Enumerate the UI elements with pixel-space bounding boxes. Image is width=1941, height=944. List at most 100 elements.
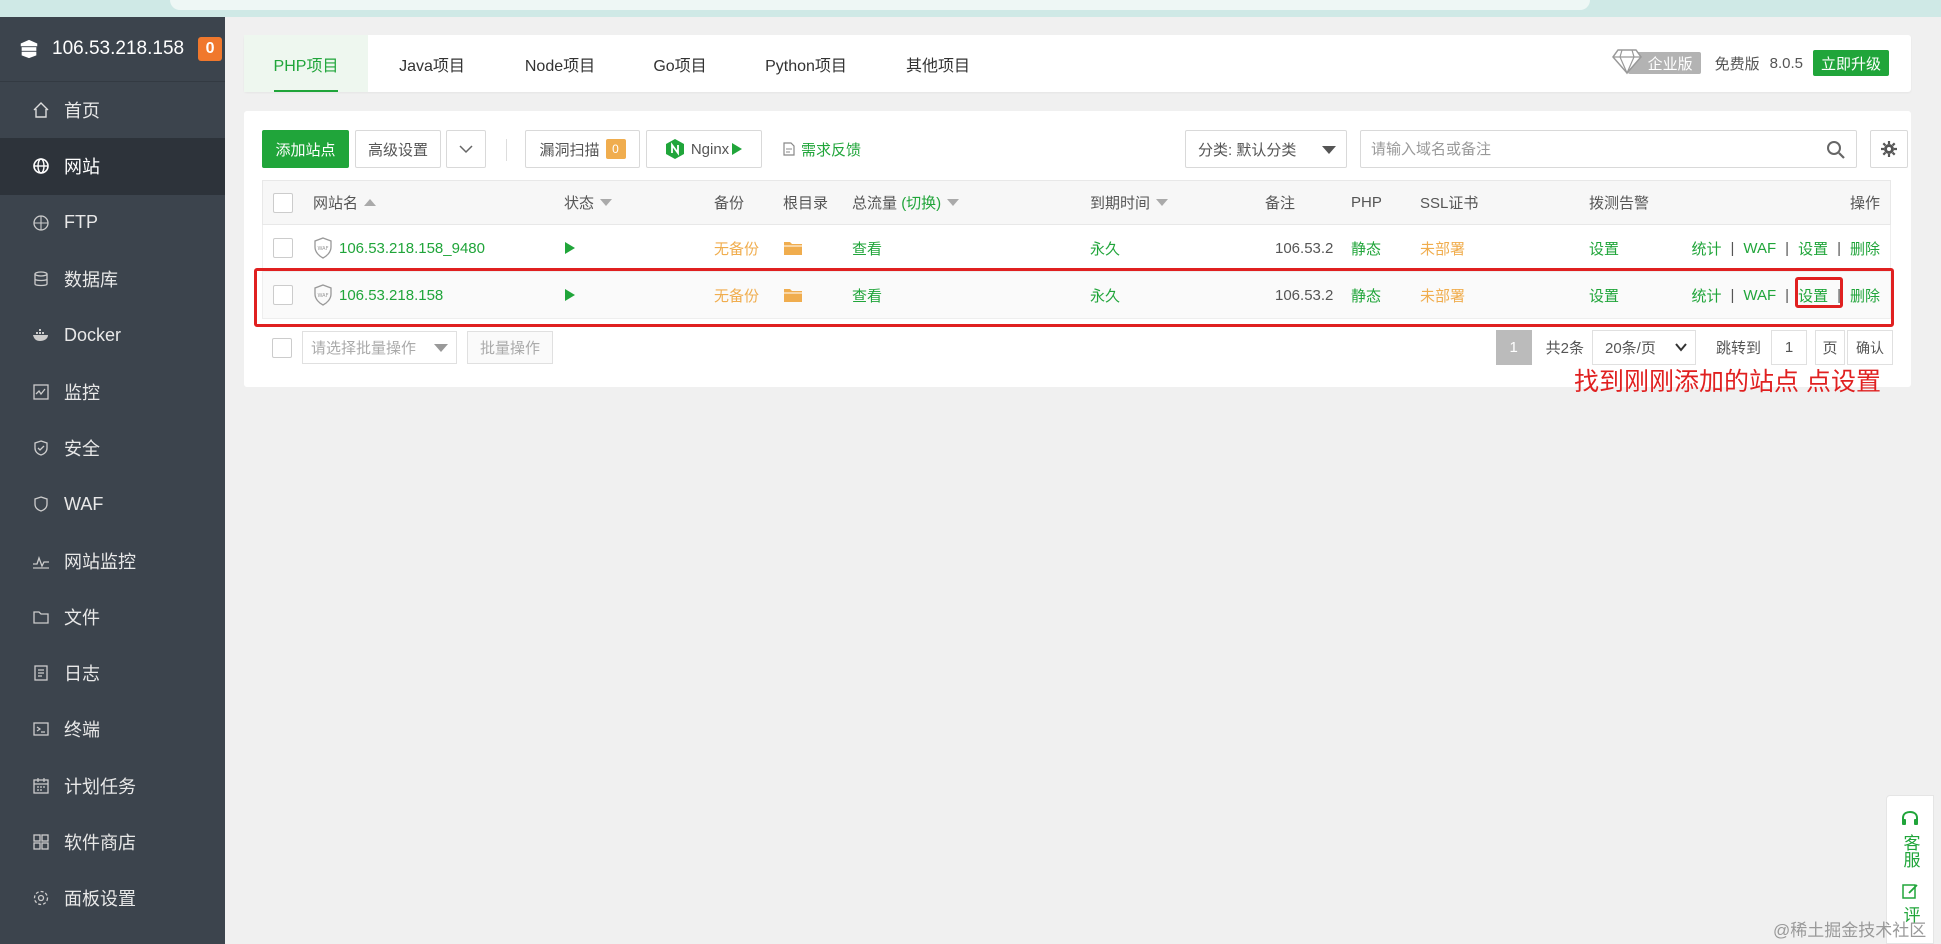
backup-link[interactable]: 无备份 [714,272,759,318]
stats-link[interactable]: 统计 [1691,238,1721,259]
backup-link[interactable]: 无备份 [714,225,759,271]
alert-settings-link[interactable]: 设置 [1589,225,1619,271]
table-settings-button[interactable] [1870,130,1908,168]
waf-link[interactable]: WAF [1743,240,1776,257]
sidebar-item-monitor[interactable]: 监控 [0,363,225,419]
advanced-settings-button[interactable]: 高级设置 [355,130,441,168]
waf-link[interactable]: WAF [1743,287,1776,304]
sidebar-item-website[interactable]: 网站 [0,138,225,195]
settings-link[interactable]: 设置 [1798,238,1828,259]
header-traffic[interactable]: 总流量 (切换) [852,181,960,224]
folder-icon[interactable] [783,240,803,256]
ssl-status-link[interactable]: 未部署 [1420,272,1465,318]
sidebar-item-database[interactable]: 数据库 [0,251,225,307]
nginx-button[interactable]: Nginx [646,130,762,168]
php-version-link[interactable]: 静态 [1351,272,1381,318]
browser-address-bar[interactable] [170,0,1590,10]
traffic-view-link[interactable]: 查看 [852,272,882,318]
search-icon[interactable] [1826,140,1846,160]
expire-link[interactable]: 永久 [1090,225,1120,271]
category-value: 分类: 默认分类 [1198,141,1297,159]
play-icon[interactable] [564,241,576,255]
tab-python[interactable]: Python项目 [736,35,876,92]
tab-java[interactable]: Java项目 [368,35,496,92]
vuln-scan-button[interactable]: 漏洞扫描 0 [525,130,640,168]
jump-confirm-button[interactable]: 确认 [1847,330,1893,365]
batch-select-checkbox[interactable] [272,337,292,358]
alert-settings-link[interactable]: 设置 [1589,272,1619,318]
batch-operation-select[interactable]: 请选择批量操作 [302,331,457,364]
delete-link[interactable]: 删除 [1850,285,1880,306]
sidebar-item-security[interactable]: 安全 [0,420,225,476]
remark-cell[interactable]: 106.53.2 [1275,225,1333,271]
sidebar-item-files[interactable]: 文件 [0,589,225,645]
sort-asc-icon [364,199,377,206]
select-all-checkbox[interactable] [273,192,293,213]
sidebar-item-cron[interactable]: 计划任务 [0,758,225,814]
traffic-toggle-link[interactable]: (切换) [901,192,941,213]
status-cell[interactable] [564,272,576,318]
settings-link[interactable]: 设置 [1798,285,1828,306]
sidebar-item-logs[interactable]: 日志 [0,645,225,701]
notification-badge[interactable]: 0 [198,37,223,61]
remark-cell[interactable]: 106.53.2 [1275,272,1333,318]
add-site-button[interactable]: 添加站点 [262,130,349,168]
site-name-cell[interactable]: WAF 106.53.218.158_9480 [313,225,485,271]
edit-icon [1902,884,1918,899]
enterprise-label: 企业版 [1647,55,1693,73]
page-current[interactable]: 1 [1495,330,1532,365]
root-dir-cell[interactable] [783,225,803,271]
sidebar-item-site-monitor[interactable]: 网站监控 [0,532,225,588]
page-total: 共2条 [1545,340,1584,357]
jump-page-input[interactable]: 1 [1771,330,1807,365]
waf-shield-icon [32,495,50,513]
sidebar-item-app-store[interactable]: 软件商店 [0,814,225,870]
sidebar-item-docker[interactable]: Docker [0,307,225,363]
tab-go[interactable]: Go项目 [624,35,736,92]
traffic-view-link[interactable]: 查看 [852,225,882,271]
play-icon[interactable] [564,288,576,302]
version-area: 企业版 免费版 8.0.5 立即升级 [1611,49,1889,76]
project-tabs: PHP项目 Java项目 Node项目 Go项目 Python项目 其他项目 企… [244,35,1911,92]
row-checkbox[interactable] [273,285,293,305]
header-php: PHP [1351,194,1382,211]
sort-desc-icon [600,199,613,206]
header-name[interactable]: 网站名 [313,181,377,224]
root-dir-cell[interactable] [783,272,803,318]
sidebar-item-home[interactable]: 首页 [0,82,225,138]
site-name-link[interactable]: 106.53.218.158 [339,287,443,304]
batch-operation-button[interactable]: 批量操作 [467,331,554,364]
row-checkbox[interactable] [273,238,293,258]
status-cell[interactable] [564,225,576,271]
header-expire[interactable]: 到期时间 [1090,181,1169,224]
sidebar-item-ftp[interactable]: FTP [0,195,225,251]
page-size-select[interactable]: 20条/页 [1591,330,1696,365]
category-select[interactable]: 分类: 默认分类 [1185,130,1347,168]
search-field[interactable] [1360,130,1857,168]
sidebar-item-panel-settings[interactable]: 面板设置 [0,870,225,926]
ftp-icon [32,214,50,232]
header-status[interactable]: 状态 [564,181,613,224]
php-version-link[interactable]: 静态 [1351,225,1381,271]
nginx-label: Nginx [690,140,730,158]
search-input[interactable] [1361,131,1801,167]
site-name-link[interactable]: 106.53.218.158_9480 [339,240,485,257]
expire-link[interactable]: 永久 [1090,272,1120,318]
ssl-status-link[interactable]: 未部署 [1420,225,1465,271]
header-name-label: 网站名 [313,195,359,212]
delete-link[interactable]: 删除 [1850,238,1880,259]
tab-php[interactable]: PHP项目 [244,35,368,92]
stats-link[interactable]: 统计 [1691,285,1721,306]
site-name-cell[interactable]: WAF 106.53.218.158 [313,272,443,318]
feedback-link[interactable]: 需求反馈 [781,130,861,168]
advanced-dropdown-button[interactable] [446,130,486,168]
tab-node[interactable]: Node项目 [496,35,624,92]
upgrade-button[interactable]: 立即升级 [1812,50,1889,76]
sidebar-item-terminal[interactable]: 终端 [0,701,225,757]
sidebar-item-label: 软件商店 [64,833,136,853]
sidebar-item-waf[interactable]: WAF [0,476,225,532]
enterprise-badge[interactable]: 企业版 [1611,49,1701,75]
table-row: WAF 106.53.218.158 无备份 查看 永久 106.53.2 静态… [262,272,1891,319]
tab-other[interactable]: 其他项目 [876,35,1000,92]
folder-icon[interactable] [783,287,803,303]
